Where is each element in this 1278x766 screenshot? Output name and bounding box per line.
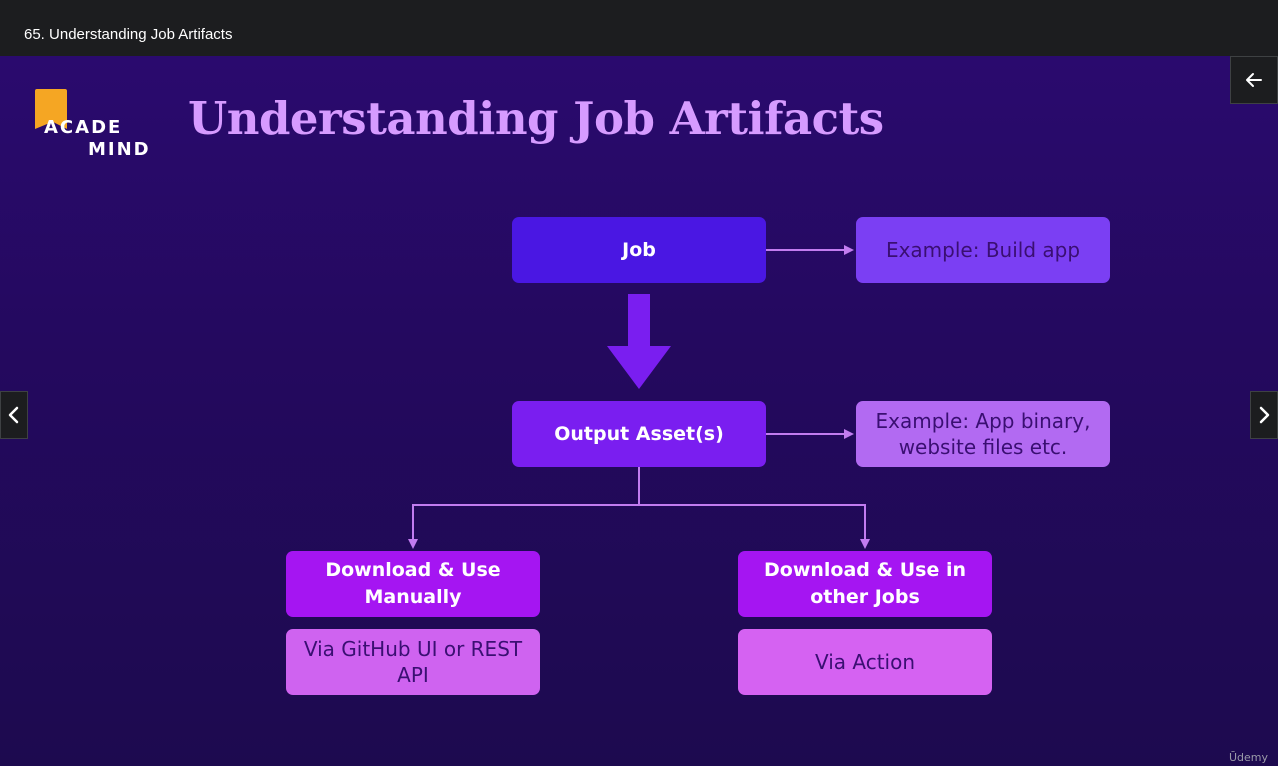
next-lecture-button[interactable]: [1250, 391, 1278, 439]
chevron-left-icon: [8, 406, 19, 424]
job-box: Job: [512, 217, 766, 283]
download-manually-box: Download & Use Manually: [286, 551, 540, 617]
video-slide[interactable]: ACADE MIND Understanding Job Artifacts J…: [0, 56, 1278, 766]
lecture-header: 65. Understanding Job Artifacts: [0, 0, 1278, 56]
previous-lecture-button[interactable]: [0, 391, 28, 439]
output-assets-box: Output Asset(s): [512, 401, 766, 467]
download-other-jobs-box: Download & Use in other Jobs: [738, 551, 992, 617]
branch-connector: [408, 467, 640, 549]
via-action-box: Via Action: [738, 629, 992, 695]
back-button[interactable]: [1230, 56, 1278, 104]
example-build-box: Example: Build app: [856, 217, 1110, 283]
down-arrow-icon: [607, 294, 671, 389]
branch-connector-right: [639, 504, 870, 549]
lecture-title: 65. Understanding Job Artifacts: [24, 26, 233, 43]
example-binary-box: Example: App binary, website files etc.: [856, 401, 1110, 467]
arrow-left-icon: [1246, 73, 1262, 87]
udemy-watermark: Ūdemy: [1228, 751, 1268, 764]
via-github-box: Via GitHub UI or REST API: [286, 629, 540, 695]
chevron-right-icon: [1259, 406, 1270, 424]
